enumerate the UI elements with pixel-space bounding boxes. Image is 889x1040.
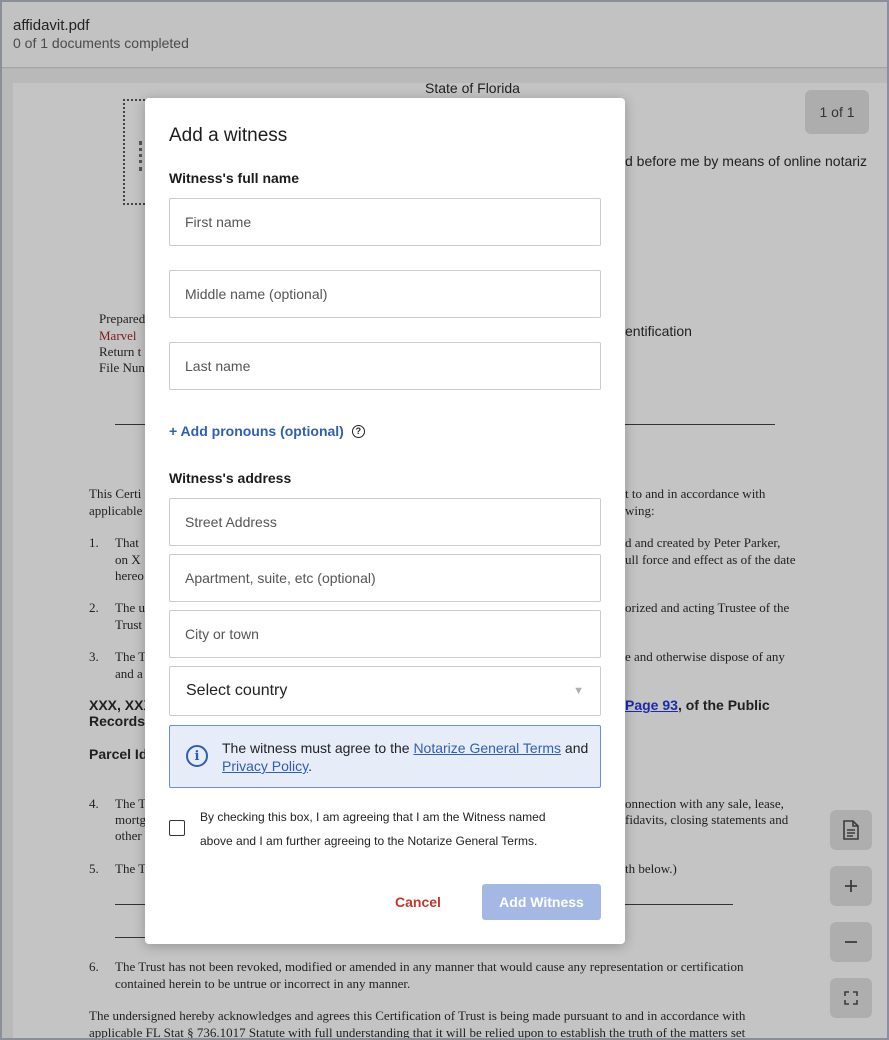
doc-text: Return t	[99, 344, 142, 359]
doc-text: The Trust has not been revoked, modified…	[115, 959, 744, 974]
apartment-input[interactable]	[169, 554, 601, 602]
doc-text: d and created by Peter Parker,	[625, 535, 781, 550]
zoom-out-button[interactable]	[830, 922, 872, 962]
doc-rule	[625, 904, 733, 905]
doc-text: fidavits, closing statements and	[625, 812, 789, 827]
privacy-policy-link[interactable]: Privacy Policy	[222, 758, 308, 774]
doc-text: File Nun	[99, 360, 145, 375]
doc-text: 6.	[89, 959, 99, 974]
doc-text: on X	[115, 552, 141, 567]
deed-page-link[interactable]: Page 93	[625, 697, 678, 713]
doc-text: 2.	[89, 600, 99, 615]
doc-text: This Certi	[89, 486, 142, 501]
doc-text: That	[115, 535, 139, 550]
doc-text: applicable FL Stat § 736.1017 Statute wi…	[89, 1025, 746, 1038]
doc-text: , of the Public	[677, 697, 770, 713]
add-witness-button[interactable]: Add Witness	[482, 884, 601, 920]
doc-text: The T	[115, 861, 147, 876]
doc-text: The undersigned hereby acknowledges and …	[89, 1008, 746, 1023]
first-name-input[interactable]	[169, 198, 601, 246]
doc-rule	[115, 424, 145, 425]
doc-text: onnection with any sale, lease,	[625, 796, 784, 811]
help-icon[interactable]: ?	[351, 424, 365, 438]
document-icon	[843, 820, 859, 840]
general-terms-link[interactable]: Notarize General Terms	[413, 740, 561, 756]
minus-icon	[845, 941, 857, 943]
doc-text: 4.	[89, 796, 99, 811]
doc-text: 5.	[89, 861, 99, 876]
file-name: affidavit.pdf	[13, 17, 90, 34]
add-witness-dialog: Add a witness Witness's full name + Add …	[145, 98, 625, 944]
middle-name-input[interactable]	[169, 270, 601, 318]
doc-text: State of Florida	[425, 83, 520, 96]
doc-rule	[115, 937, 145, 938]
page-indicator: 1 of 1	[805, 90, 869, 134]
address-label: Witness's address	[169, 470, 292, 486]
doc-text: orized and acting Trustee of the	[625, 600, 790, 615]
doc-text: entification	[625, 323, 692, 339]
plus-icon	[845, 880, 857, 892]
country-select[interactable]: Select country ▼	[169, 666, 601, 716]
doc-text: e and otherwise dispose of any	[625, 649, 785, 664]
city-input[interactable]	[169, 610, 601, 658]
doc-text: Records	[89, 713, 146, 729]
dialog-title: Add a witness	[169, 125, 288, 146]
agreement-text: By checking this box, I am agreeing that…	[200, 810, 546, 848]
doc-text: t to and in accordance with	[625, 486, 766, 501]
last-name-input[interactable]	[169, 342, 601, 390]
doc-text: Marvel	[99, 328, 137, 343]
doc-text: hereo	[115, 568, 144, 583]
doc-text: and a	[115, 666, 143, 681]
doc-text: Prepared	[99, 311, 146, 326]
terms-info-text: The witness must agree to the Notarize G…	[222, 740, 589, 774]
doc-text: wing:	[625, 503, 655, 518]
completion-status: 0 of 1 documents completed	[13, 35, 189, 51]
doc-text: The u	[115, 600, 145, 615]
doc-text: ull force and effect as of the date	[625, 552, 796, 567]
add-pronouns-link[interactable]: + Add pronouns (optional)	[169, 423, 344, 439]
doc-text: contained herein to be untrue or incorre…	[115, 976, 411, 991]
doc-text: The T	[115, 649, 147, 664]
country-select-value: Select country	[186, 682, 288, 699]
chevron-down-icon: ▼	[573, 685, 584, 697]
doc-text: 1.	[89, 535, 99, 550]
doc-text: Trust	[115, 617, 142, 632]
document-header: affidavit.pdf 0 of 1 documents completed	[2, 2, 887, 68]
add-pronouns-row: + Add pronouns (optional) ?	[169, 423, 365, 439]
expand-icon	[844, 991, 858, 1005]
cancel-button[interactable]: Cancel	[395, 894, 441, 910]
doc-rule	[115, 904, 145, 905]
full-name-label: Witness's full name	[169, 170, 300, 186]
zoom-in-button[interactable]	[830, 866, 872, 906]
agreement-checkbox[interactable]	[169, 820, 185, 836]
document-list-button[interactable]	[830, 810, 872, 850]
doc-text: other	[115, 828, 142, 843]
doc-text: 3.	[89, 649, 99, 664]
doc-text: d before me by means of online notariz	[625, 153, 868, 169]
doc-text: Parcel Id	[89, 746, 148, 762]
doc-rule	[625, 424, 775, 425]
terms-info-box: i The witness must agree to the Notarize…	[169, 725, 601, 788]
street-address-input[interactable]	[169, 498, 601, 546]
fullscreen-button[interactable]	[830, 978, 872, 1018]
doc-text: XXX, XXX	[89, 697, 153, 713]
doc-text: applicable	[89, 503, 143, 518]
doc-text: th below.)	[625, 861, 677, 876]
doc-text: mortg	[115, 812, 147, 827]
info-icon: i	[186, 745, 208, 767]
doc-text: The T	[115, 796, 147, 811]
